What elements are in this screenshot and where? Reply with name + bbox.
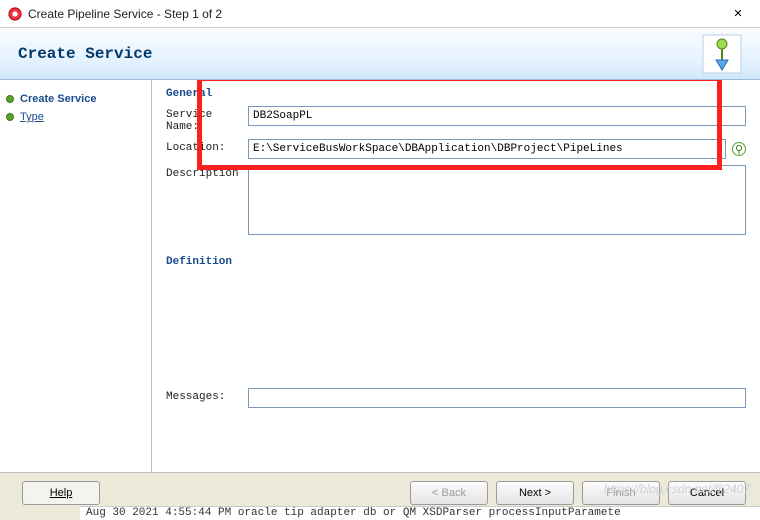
- section-general-title: General: [166, 88, 746, 100]
- close-button[interactable]: ✕: [718, 2, 758, 26]
- description-label: Description: [166, 165, 248, 180]
- body-area: Create Service Type General Service Name…: [0, 80, 760, 472]
- back-button[interactable]: < Back: [410, 481, 488, 505]
- app-icon: [8, 7, 22, 21]
- banner: Create Service: [0, 28, 760, 80]
- service-name-label: Service Name:: [166, 106, 248, 133]
- section-definition-title: Definition: [166, 256, 746, 268]
- service-name-row: Service Name:: [166, 106, 746, 133]
- location-label: Location:: [166, 139, 248, 154]
- titlebar: Create Pipeline Service - Step 1 of 2 ✕: [0, 0, 760, 28]
- messages-label: Messages:: [166, 388, 248, 403]
- help-button[interactable]: Help: [22, 481, 100, 505]
- status-bar: Aug 30 2021 4:55:44 PM oracle tip adapte…: [80, 506, 760, 520]
- description-row: Description: [166, 165, 746, 238]
- step-bullet-icon: [6, 113, 14, 121]
- step-bullet-icon: [6, 95, 14, 103]
- main-panel: General Service Name: Location: ⚲ Descri…: [152, 80, 760, 472]
- wizard-steps-sidebar: Create Service Type: [0, 80, 152, 472]
- sidebar-item-type[interactable]: Type: [0, 108, 151, 126]
- close-icon: ✕: [733, 7, 742, 20]
- pipeline-icon: [702, 34, 742, 74]
- location-input[interactable]: [248, 139, 726, 159]
- location-row: Location: ⚲: [166, 139, 746, 159]
- messages-input[interactable]: [248, 388, 746, 408]
- magnifier-icon: ⚲: [735, 143, 743, 156]
- service-name-input[interactable]: [248, 106, 746, 126]
- messages-row: Messages:: [166, 388, 746, 408]
- watermark-text: https://blog.csdn.net/flj2407: [604, 482, 750, 496]
- sidebar-item-create-service[interactable]: Create Service: [0, 90, 151, 108]
- window-title: Create Pipeline Service - Step 1 of 2: [28, 7, 718, 21]
- description-input[interactable]: [248, 165, 746, 235]
- browse-location-button[interactable]: ⚲: [732, 142, 746, 156]
- sidebar-item-label: Create Service: [20, 93, 96, 105]
- banner-title: Create Service: [18, 45, 152, 63]
- next-button[interactable]: Next >: [496, 481, 574, 505]
- sidebar-item-label: Type: [20, 111, 44, 123]
